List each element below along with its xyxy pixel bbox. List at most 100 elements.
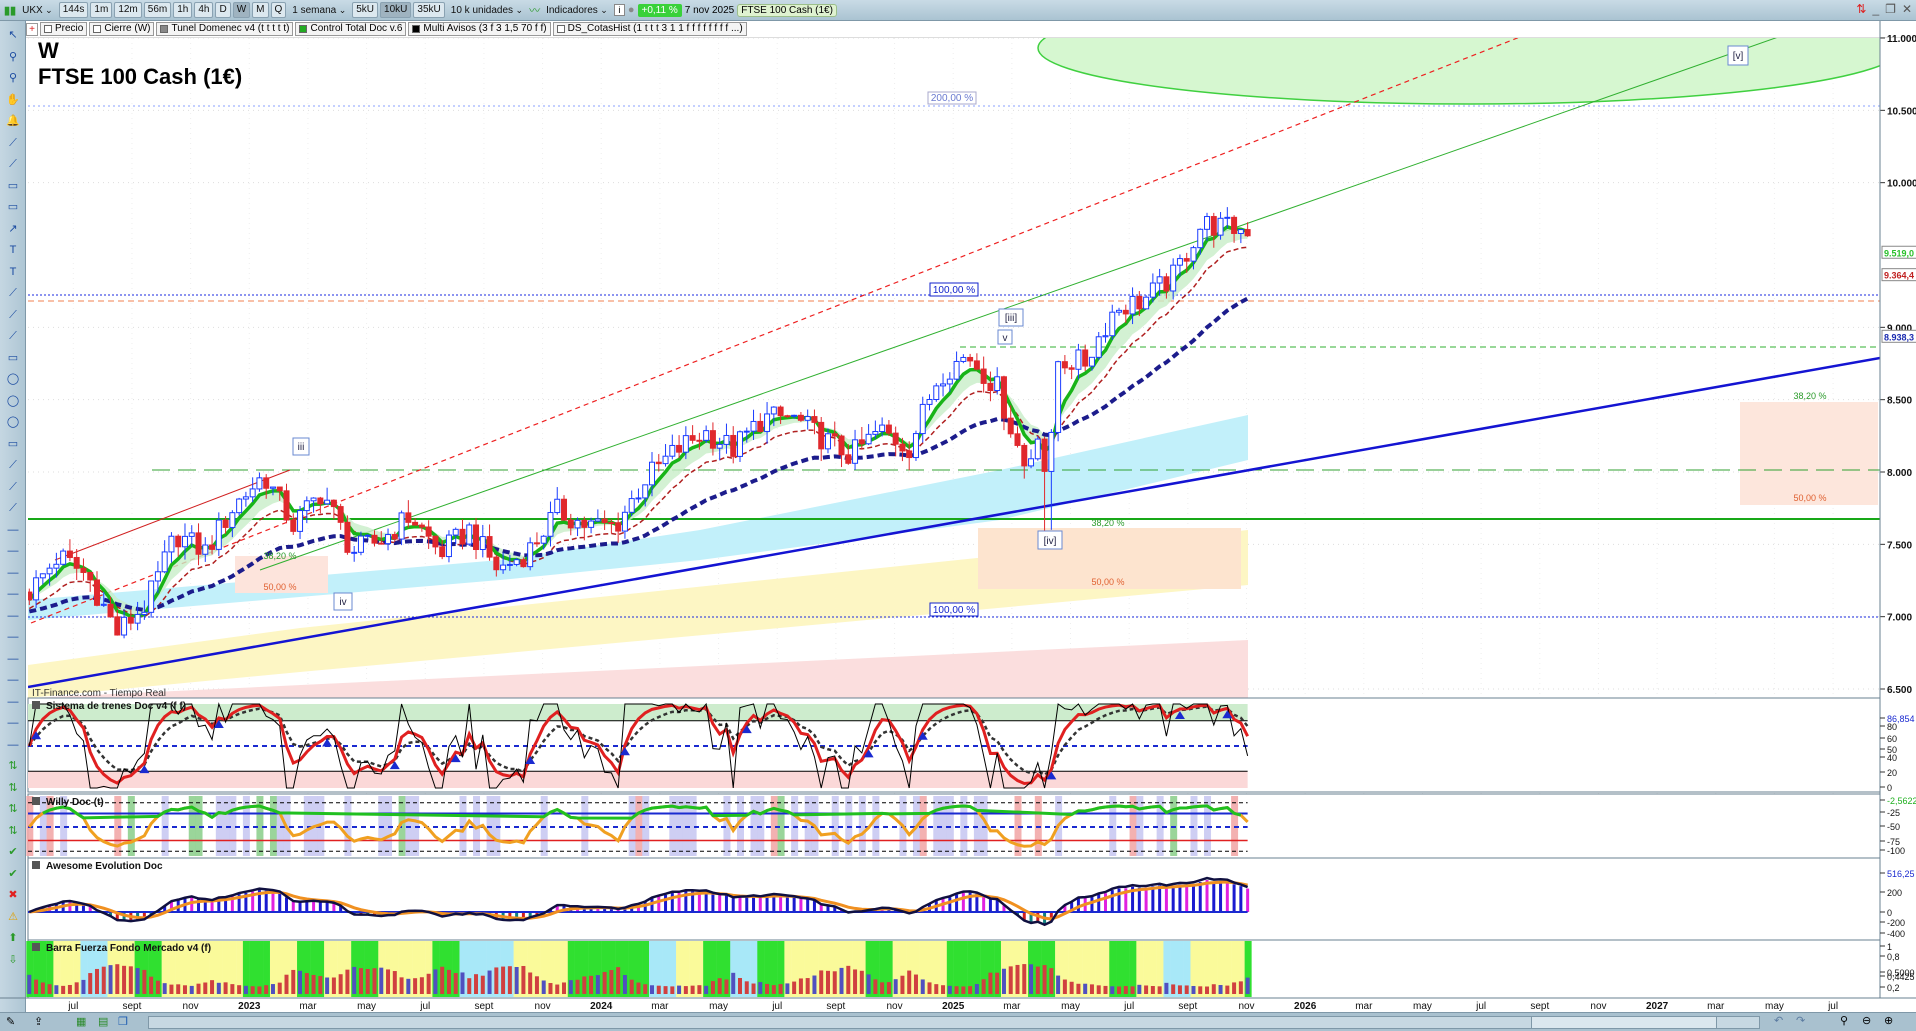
zoom-fit-icon[interactable]: ⚲ bbox=[1840, 1014, 1848, 1027]
strength-bar bbox=[270, 984, 275, 994]
strength-bar bbox=[771, 985, 776, 994]
share-icon[interactable]: ⇪ bbox=[34, 1015, 43, 1028]
candle bbox=[845, 454, 852, 464]
panel-tick-label: 0,8 bbox=[1887, 952, 1900, 962]
strength-bar bbox=[1062, 979, 1067, 994]
fib-382-label: 38,20 % bbox=[263, 551, 296, 561]
strength-bar bbox=[1001, 968, 1006, 994]
scrollbar-thumb[interactable] bbox=[1531, 1017, 1717, 1028]
candle bbox=[912, 433, 919, 459]
zoom-out-icon[interactable]: ⊖ bbox=[1862, 1014, 1871, 1027]
candle bbox=[527, 542, 534, 568]
candle bbox=[723, 434, 730, 445]
panel-toggle-icon bbox=[32, 701, 40, 709]
candle bbox=[473, 524, 480, 551]
strength-bar bbox=[1083, 983, 1088, 994]
strength-bar bbox=[995, 972, 1000, 994]
wave-label: iv bbox=[333, 592, 353, 611]
candle bbox=[716, 443, 723, 449]
strength-bar bbox=[467, 978, 472, 994]
candle bbox=[1007, 417, 1014, 435]
candle bbox=[28, 591, 33, 601]
candle bbox=[709, 430, 716, 449]
candle bbox=[1143, 296, 1150, 310]
candle bbox=[879, 424, 886, 433]
candle bbox=[770, 406, 777, 415]
strength-bar bbox=[798, 978, 803, 994]
redo-icon[interactable]: ↷ bbox=[1796, 1014, 1805, 1027]
strength-bar bbox=[859, 970, 864, 994]
candle bbox=[933, 385, 940, 401]
candle bbox=[1122, 309, 1129, 315]
strength-bar bbox=[494, 967, 499, 994]
strength-bar bbox=[169, 984, 174, 994]
strength-bar bbox=[162, 983, 167, 994]
panel-label-awesome: Awesome Evolution Doc bbox=[32, 861, 163, 872]
candle bbox=[567, 519, 574, 529]
candle bbox=[750, 420, 757, 432]
strength-bar bbox=[413, 978, 418, 994]
undo-icon[interactable]: ↶ bbox=[1774, 1014, 1783, 1027]
strength-bar bbox=[176, 984, 181, 994]
candle bbox=[87, 571, 94, 581]
candle bbox=[940, 383, 947, 387]
panel-label-text: Barra Fuerza Fondo Mercado v4 (f) bbox=[46, 943, 211, 954]
strength-bar bbox=[331, 977, 336, 994]
strength-bar bbox=[338, 974, 343, 994]
strength-bar bbox=[1177, 985, 1182, 994]
strength-bar bbox=[825, 970, 830, 994]
strength-bar bbox=[737, 977, 742, 994]
candle bbox=[899, 443, 906, 452]
candle bbox=[202, 544, 209, 555]
candle bbox=[256, 477, 263, 490]
candle bbox=[398, 512, 405, 540]
price-tick-label: 10.500 bbox=[1887, 106, 1916, 117]
strength-bar bbox=[832, 971, 837, 994]
candle bbox=[412, 521, 419, 526]
candle bbox=[987, 382, 994, 392]
strength-bar bbox=[819, 970, 824, 994]
candle bbox=[547, 512, 554, 537]
strength-bar bbox=[1137, 984, 1142, 994]
strength-bar bbox=[155, 980, 160, 994]
strength-bar bbox=[203, 982, 208, 994]
candle bbox=[1170, 264, 1177, 292]
strength-bar bbox=[927, 982, 932, 994]
candle bbox=[777, 406, 784, 417]
windows-icon[interactable]: ❐ bbox=[118, 1015, 128, 1028]
strength-bar bbox=[900, 975, 905, 994]
fib-200-label: 200,00 % bbox=[931, 93, 973, 104]
watermark: IT-Finance.com - Tiempo Real bbox=[32, 688, 166, 699]
time-tick-label: nov bbox=[1590, 1001, 1606, 1012]
horizontal-scrollbar[interactable] bbox=[148, 1016, 1760, 1029]
strength-bar bbox=[589, 975, 594, 994]
strength-bar bbox=[501, 966, 506, 994]
time-tick-label: may bbox=[709, 1001, 728, 1012]
fib-382-label: 38,20 % bbox=[1091, 518, 1124, 528]
pencil-icon[interactable]: ✎ bbox=[6, 1015, 15, 1028]
strength-bar bbox=[230, 984, 235, 994]
price-tick-label: 8.500 bbox=[1887, 396, 1912, 407]
table-icon[interactable]: ▦ bbox=[76, 1015, 86, 1028]
strength-bar bbox=[1117, 986, 1122, 994]
candle bbox=[506, 563, 513, 566]
candle bbox=[1061, 361, 1068, 369]
candle bbox=[960, 356, 967, 362]
candle bbox=[141, 611, 148, 615]
candle bbox=[635, 497, 642, 500]
time-tick-label: nov bbox=[1238, 1001, 1254, 1012]
fib-box bbox=[1740, 402, 1878, 505]
candle bbox=[425, 526, 432, 537]
candle bbox=[1028, 458, 1035, 467]
strength-bar bbox=[419, 977, 424, 994]
strength-bar bbox=[792, 981, 797, 994]
list-icon[interactable]: ▤ bbox=[98, 1015, 108, 1028]
chart-canvas[interactable]: 200,00 % 100,00 % 100,00 % 38,20 % 50,00… bbox=[0, 0, 1916, 1031]
panel-tick-label: 516,25 bbox=[1887, 869, 1915, 879]
candle bbox=[1068, 367, 1075, 370]
strength-bar bbox=[386, 969, 391, 994]
candle bbox=[53, 563, 60, 569]
candle bbox=[1102, 335, 1109, 338]
price-tick-label: 7.000 bbox=[1887, 613, 1912, 624]
zoom-in-icon[interactable]: ⊕ bbox=[1884, 1014, 1893, 1027]
